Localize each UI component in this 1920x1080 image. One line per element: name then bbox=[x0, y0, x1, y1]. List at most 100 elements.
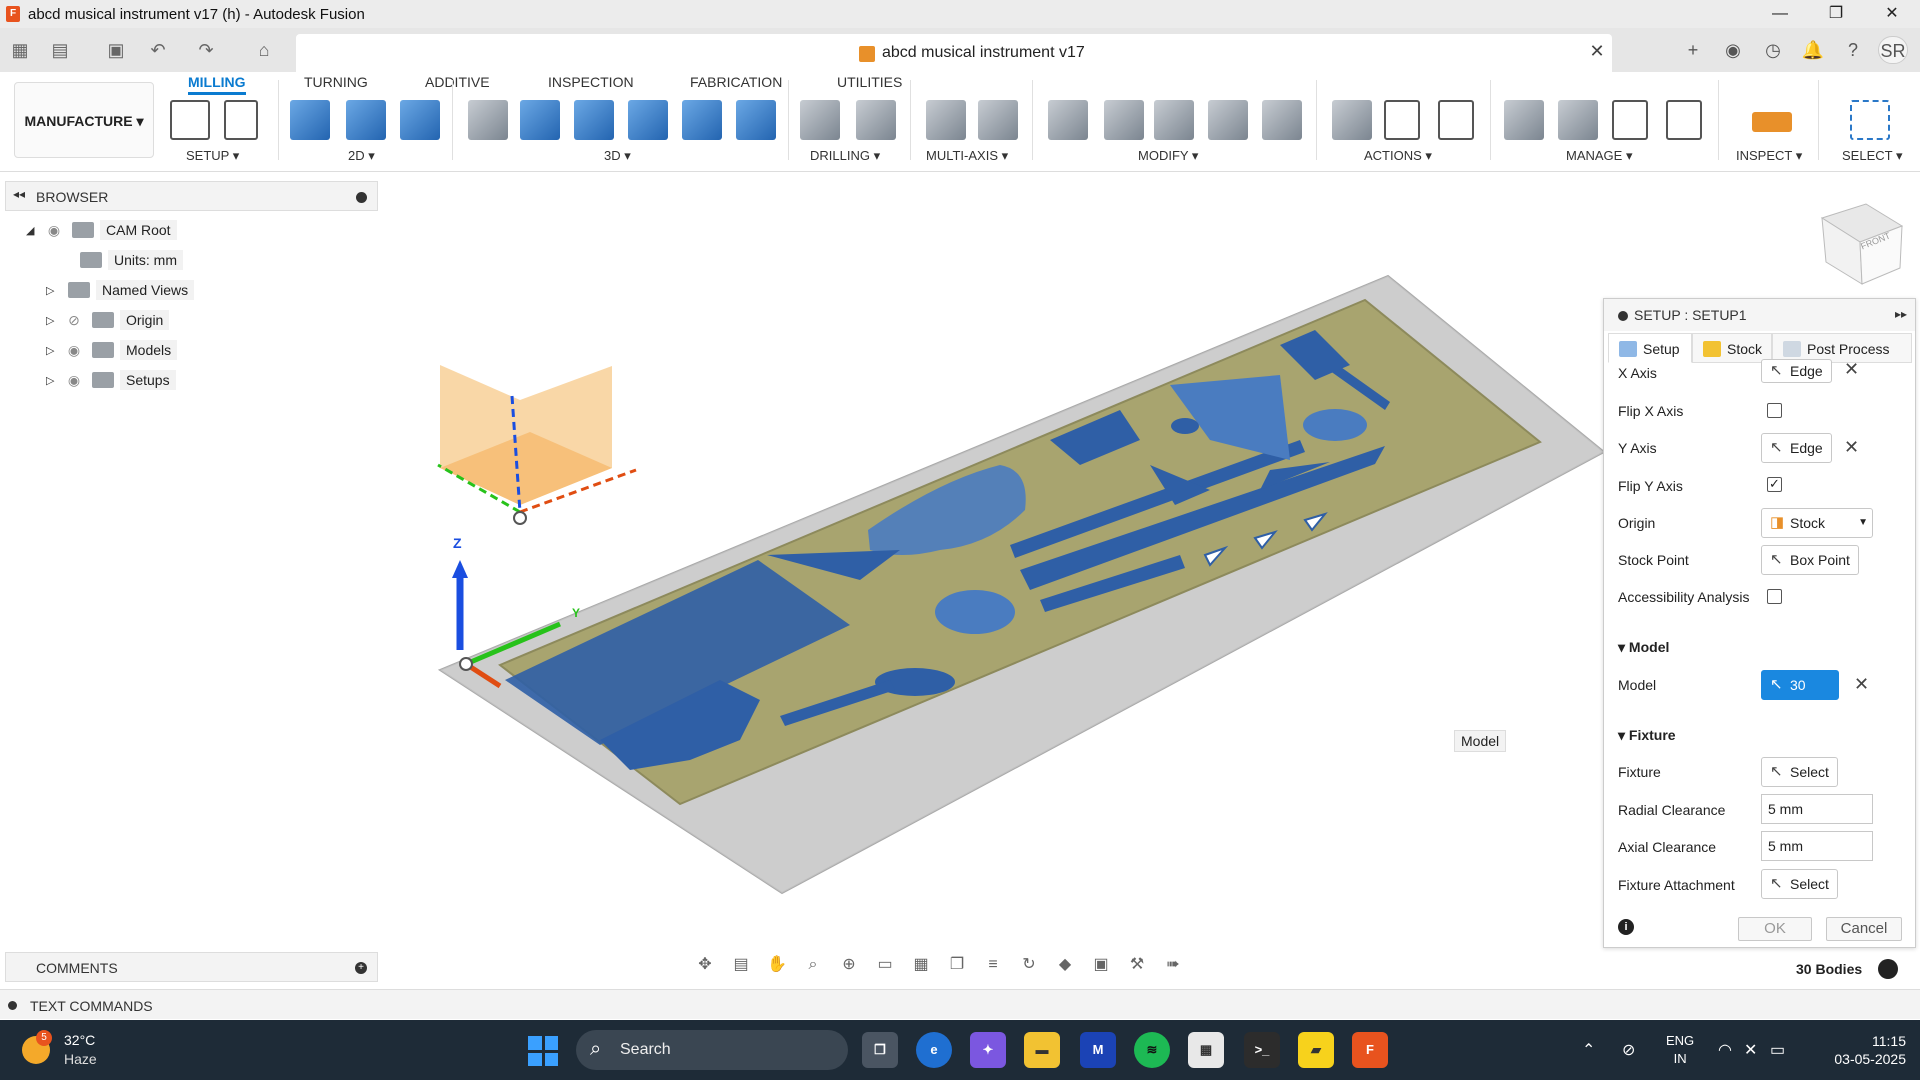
machine-library-icon[interactable] bbox=[1558, 100, 1598, 140]
collapsed-arrow-icon[interactable]: ▷ bbox=[46, 344, 62, 357]
battery-icon[interactable]: ▭ bbox=[1770, 1040, 1785, 1060]
group-manage[interactable]: MANAGE ▾ bbox=[1566, 148, 1632, 164]
nc-program-icon[interactable] bbox=[224, 100, 258, 140]
text-commands-bar[interactable]: TEXT COMMANDS bbox=[0, 989, 1920, 1019]
simulate-icon[interactable] bbox=[1332, 100, 1372, 140]
fusion-taskbar-icon[interactable]: F bbox=[1352, 1032, 1388, 1068]
clear-model-icon[interactable]: ✕ bbox=[1854, 674, 1869, 695]
tab-stock[interactable]: Stock bbox=[1692, 333, 1772, 363]
sectioning-icon[interactable]: ≡ bbox=[978, 953, 1008, 977]
machine-display-icon[interactable]: ▣ bbox=[1086, 953, 1116, 977]
tab-utilities[interactable]: UTILITIES bbox=[837, 74, 902, 90]
group-select[interactable]: SELECT ▾ bbox=[1842, 148, 1902, 164]
y-axis-edge-button[interactable]: ↖ Edge bbox=[1761, 433, 1832, 463]
extensions-icon[interactable]: ◉ bbox=[1718, 36, 1748, 64]
visibility-eye-icon[interactable]: ◉ bbox=[62, 342, 86, 359]
save-icon[interactable]: ▣ bbox=[104, 38, 128, 62]
start-icon[interactable] bbox=[528, 1036, 558, 1066]
file-menu-icon[interactable]: ▤ bbox=[48, 38, 72, 62]
group-drilling[interactable]: DRILLING ▾ bbox=[810, 148, 880, 164]
pan-icon[interactable]: ✋ bbox=[762, 953, 792, 977]
display-settings-icon[interactable]: ▭ bbox=[870, 953, 900, 977]
new-setup-icon[interactable] bbox=[170, 100, 210, 140]
tree-item-cam-root[interactable]: ◢ ◉ CAM Root bbox=[26, 218, 177, 242]
volume-muted-icon[interactable]: ✕ bbox=[1744, 1040, 1757, 1060]
file-explorer-icon[interactable]: ▬ bbox=[1024, 1032, 1060, 1068]
info-icon[interactable]: i bbox=[1618, 919, 1634, 935]
model-section-header[interactable]: ▾ Model bbox=[1618, 639, 1669, 656]
zoom-icon[interactable]: ⌕ bbox=[798, 953, 828, 977]
job-status-icon[interactable]: ◷ bbox=[1758, 36, 1788, 64]
close-window-button[interactable]: ✕ bbox=[1864, 0, 1920, 28]
parallel-icon[interactable] bbox=[682, 100, 722, 140]
viewports-icon[interactable]: ❐ bbox=[942, 953, 972, 977]
multi-axis-contour-icon[interactable] bbox=[978, 100, 1018, 140]
drill-icon[interactable] bbox=[800, 100, 840, 140]
look-at-icon[interactable]: ▤ bbox=[726, 953, 756, 977]
spotify-icon[interactable]: ≋ bbox=[1134, 1032, 1170, 1068]
help-icon[interactable]: ? bbox=[1838, 36, 1868, 64]
terminal-icon[interactable]: >_ bbox=[1244, 1032, 1280, 1068]
maximize-button[interactable]: ❐ bbox=[1808, 0, 1864, 28]
edge-icon[interactable]: e bbox=[916, 1032, 952, 1068]
tab-milling[interactable]: MILLING bbox=[188, 74, 246, 95]
group-actions[interactable]: ACTIONS ▾ bbox=[1364, 148, 1432, 164]
measure-icon[interactable] bbox=[1752, 112, 1792, 132]
delete-passes-icon[interactable] bbox=[1104, 100, 1144, 140]
stock-point-button[interactable]: ↖ Box Point bbox=[1761, 545, 1859, 575]
group-modify[interactable]: MODIFY ▾ bbox=[1138, 148, 1198, 164]
flip-y-checkbox[interactable]: ✓ bbox=[1767, 477, 1782, 492]
cancel-button[interactable]: Cancel bbox=[1826, 917, 1902, 941]
fixture-section-header[interactable]: ▾ Fixture bbox=[1618, 727, 1676, 744]
select-window-icon[interactable] bbox=[1850, 100, 1890, 140]
adaptive-3d-icon[interactable] bbox=[468, 100, 508, 140]
orbit-icon[interactable]: ✥ bbox=[690, 953, 720, 977]
group-inspect[interactable]: INSPECT ▾ bbox=[1736, 148, 1802, 164]
document-tab[interactable]: abcd musical instrument v17 ✕ bbox=[296, 34, 1612, 72]
tab-additive[interactable]: ADDITIVE bbox=[425, 74, 490, 90]
selection-filter-icon[interactable] bbox=[1878, 959, 1898, 979]
group-2d[interactable]: 2D ▾ bbox=[348, 148, 375, 164]
new-tab-icon[interactable]: + bbox=[1678, 36, 1708, 64]
group-multi-axis[interactable]: MULTI-AXIS ▾ bbox=[926, 148, 1008, 164]
tab-fabrication[interactable]: FABRICATION bbox=[690, 74, 782, 90]
tray-chevron-icon[interactable]: ⌃ bbox=[1582, 1040, 1595, 1060]
hole-recognition-icon[interactable] bbox=[856, 100, 896, 140]
grid-settings-icon[interactable]: ▦ bbox=[906, 953, 936, 977]
adaptive-clearing-icon[interactable] bbox=[290, 100, 330, 140]
redo-icon[interactable]: ↷ bbox=[194, 38, 218, 62]
close-tab-button[interactable]: ✕ bbox=[1586, 40, 1608, 62]
network-off-icon[interactable]: ⊘ bbox=[1622, 1040, 1635, 1060]
move-toolpath-icon[interactable] bbox=[1208, 100, 1248, 140]
steep-shallow-icon[interactable] bbox=[574, 100, 614, 140]
origin-dropdown[interactable]: ◨Stock bo... ▼ bbox=[1761, 508, 1873, 559]
stock-display-icon[interactable]: ◆ bbox=[1050, 953, 1080, 977]
group-setup[interactable]: SETUP ▾ bbox=[186, 148, 239, 164]
fixture-select-button[interactable]: ↖ Select bbox=[1761, 757, 1838, 787]
templates-icon[interactable] bbox=[1666, 100, 1702, 140]
transform-icon[interactable] bbox=[1262, 100, 1302, 140]
tree-item-setups[interactable]: ▷ ◉ Setups bbox=[46, 368, 176, 392]
tool-display-icon[interactable]: ⚒ bbox=[1122, 953, 1152, 977]
zoom-window-icon[interactable]: ⊕ bbox=[834, 953, 864, 977]
edit-notes-icon[interactable] bbox=[1154, 100, 1194, 140]
tree-item-models[interactable]: ▷ ◉ Models bbox=[46, 338, 178, 362]
language-indicator[interactable]: ENG IN bbox=[1666, 1032, 1694, 1068]
contour-icon[interactable] bbox=[736, 100, 776, 140]
undo-icon[interactable]: ↶ bbox=[146, 38, 170, 62]
post-process-icon[interactable] bbox=[1384, 100, 1420, 140]
ok-button[interactable]: OK bbox=[1738, 917, 1812, 941]
fixture-attachment-button[interactable]: ↖ Select bbox=[1761, 869, 1838, 899]
minimize-button[interactable]: — bbox=[1752, 0, 1808, 28]
setup-sheet-icon[interactable] bbox=[1438, 100, 1474, 140]
browser-minimize-icon[interactable] bbox=[356, 192, 367, 203]
setup-dialog-header[interactable]: SETUP : SETUP1 ▸▸ bbox=[1604, 299, 1915, 331]
add-comment-icon[interactable]: + bbox=[355, 962, 367, 974]
scallop-icon[interactable] bbox=[628, 100, 668, 140]
taskbar-search[interactable]: ⌕ Search bbox=[576, 1030, 848, 1070]
rotate-icon[interactable]: ↻ bbox=[1014, 953, 1044, 977]
face-icon[interactable] bbox=[400, 100, 440, 140]
tab-turning[interactable]: TURNING bbox=[304, 74, 368, 90]
expand-dialog-icon[interactable]: ▸▸ bbox=[1895, 307, 1907, 321]
clear-y-axis-icon[interactable]: ✕ bbox=[1844, 437, 1859, 458]
